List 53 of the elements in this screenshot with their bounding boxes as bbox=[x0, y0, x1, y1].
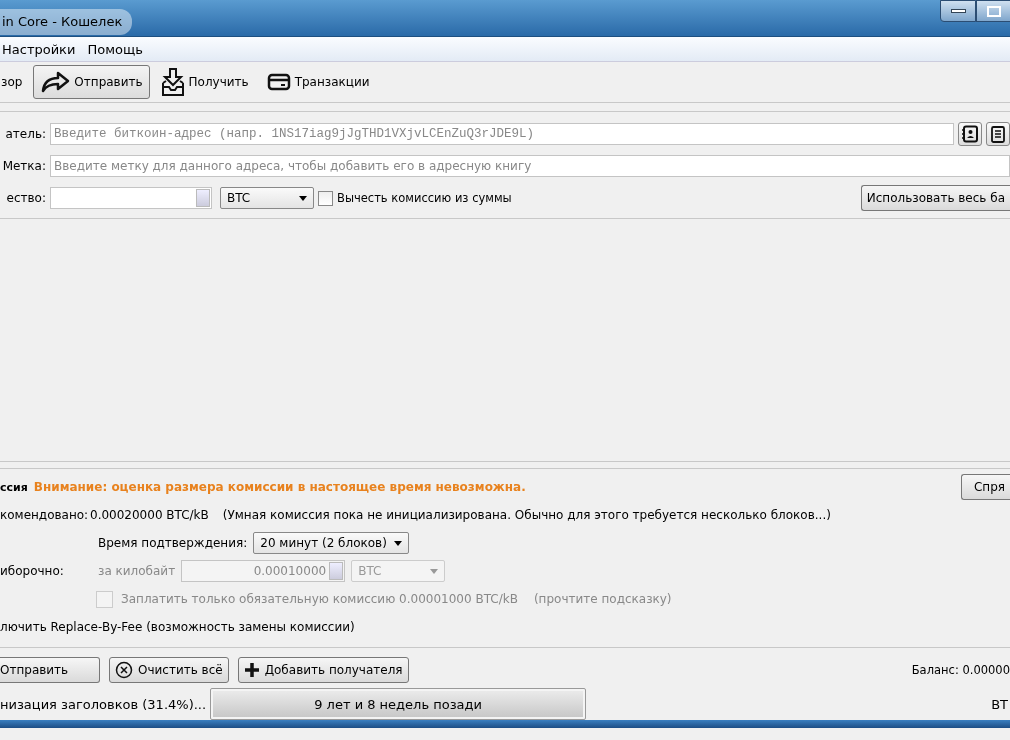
fee-label: Время подтверждения: bbox=[98, 536, 248, 550]
fee-note: (Умная комиссия пока не инициализирована. Обычно для этого требуется несколько блоков...) bbox=[222, 508, 831, 522]
paste-button[interactable] bbox=[986, 122, 1010, 146]
sync-status-text: низация заголовков (31.4%)... bbox=[0, 696, 207, 712]
address-field[interactable]: Введите биткоин-адрес (напр. 1NS17iag9jJgTHD1VXjvLCEnZuQ3rJDE9L) bbox=[50, 123, 954, 145]
balance-text: Баланс: 0.00000 bbox=[911, 663, 1010, 677]
toolbar-tab[interactable]: Транзакции bbox=[259, 65, 377, 99]
fee-value: 0.00020000 BTC/kB bbox=[90, 508, 209, 522]
checkbox[interactable] bbox=[318, 190, 333, 206]
field-label: ество: bbox=[5, 191, 46, 205]
unit-dropdown[interactable]: BTC bbox=[220, 187, 314, 209]
fee-label: иборочно: bbox=[0, 564, 65, 578]
caret-icon bbox=[299, 195, 307, 201]
hide-button[interactable]: Спря bbox=[960, 474, 1010, 500]
window-title: in Core - Кошелек bbox=[0, 9, 133, 35]
menu-item[interactable]: Помощь bbox=[87, 39, 143, 59]
hint-text: (прочтите подсказку) bbox=[533, 592, 672, 606]
label-field[interactable]: Введите метку для данного адреса, чтобы добавить его в адресную книгу bbox=[50, 155, 1010, 177]
fee-label: комендовано: bbox=[0, 508, 90, 522]
caret-icon bbox=[394, 540, 403, 546]
toolbar-tab[interactable]: Получить bbox=[153, 65, 256, 99]
toolbar-tab[interactable]: зор bbox=[0, 65, 30, 99]
minimize-button[interactable] bbox=[940, 0, 976, 22]
curved-arrow-icon bbox=[40, 70, 71, 94]
section-title: ссия bbox=[0, 480, 28, 494]
warning-text: Внимание: оценка размера комиссии в настоящее время невозможна. bbox=[33, 480, 526, 494]
caret-icon bbox=[430, 568, 439, 574]
checkbox-label: Вычесть комиссию из суммы bbox=[337, 191, 512, 205]
action-button[interactable]: Очистить всё bbox=[109, 657, 229, 683]
address-book-button[interactable] bbox=[958, 122, 982, 146]
field-label: атель: bbox=[4, 127, 46, 141]
confirmation-dropdown[interactable]: 20 минут (2 блоков) bbox=[253, 532, 410, 554]
card-icon bbox=[266, 73, 291, 91]
maximize-button[interactable] bbox=[976, 0, 1010, 22]
toolbar-tab[interactable]: Отправить bbox=[33, 65, 150, 99]
field-label: Метка: bbox=[1, 159, 46, 173]
inbox-tray-icon bbox=[160, 67, 185, 97]
maximize-icon bbox=[987, 5, 1001, 17]
checkbox-label: лючить Replace-By-Fee (возможность замены комиссии) bbox=[0, 620, 355, 634]
fee-label: за килобайт bbox=[98, 564, 176, 578]
address-book-icon bbox=[961, 125, 979, 143]
progress-text: 9 лет и 8 недель позади bbox=[314, 696, 482, 712]
minimize-icon bbox=[950, 9, 966, 13]
menu-item[interactable]: Настройки bbox=[2, 39, 76, 59]
plus-icon bbox=[243, 662, 260, 678]
use-balance-button[interactable]: Использовать весь ба bbox=[860, 185, 1010, 211]
x-circle-icon bbox=[115, 661, 133, 679]
action-button[interactable]: Отправить bbox=[0, 657, 100, 683]
action-button[interactable]: Добавить получателя bbox=[237, 657, 409, 683]
unit-label: BT bbox=[991, 696, 1008, 712]
checkbox-label: Заплатить только обязательную комиссию 0.00001000 BTC/kB bbox=[121, 592, 518, 606]
clipboard-icon bbox=[989, 125, 1007, 143]
amount-field[interactable] bbox=[50, 187, 212, 209]
